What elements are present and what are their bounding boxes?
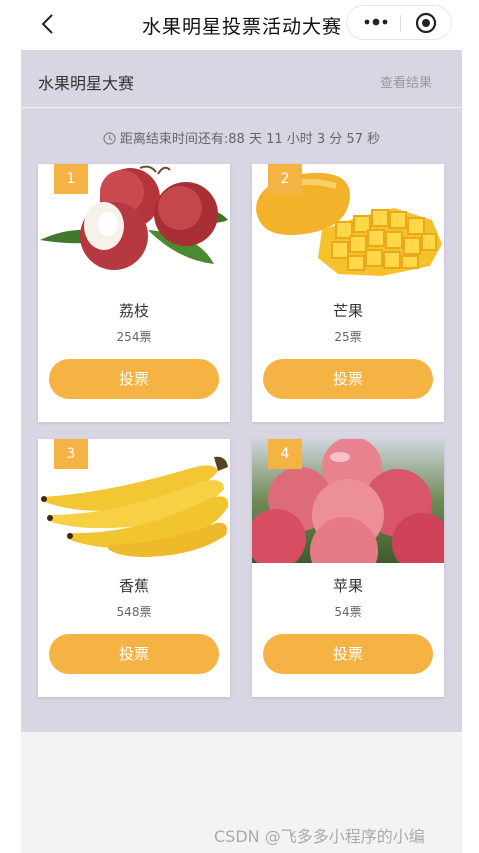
view-results-link[interactable]: 查看结果 xyxy=(380,72,432,91)
vote-button[interactable]: 投票 xyxy=(49,359,219,399)
close-target-icon[interactable] xyxy=(415,12,437,34)
back-icon[interactable] xyxy=(38,12,58,36)
candidate-name: 芒果 xyxy=(332,302,363,320)
candidate-name: 香蕉 xyxy=(118,577,149,595)
vote-count: 25票 xyxy=(334,330,362,344)
mini-program-capsule xyxy=(346,5,452,40)
contest-title: 水果明星大赛 xyxy=(38,74,135,93)
rank-badge: 1 xyxy=(54,164,88,194)
rank-badge: 2 xyxy=(268,164,302,194)
rank-badge: 4 xyxy=(268,439,302,469)
candidate-name: 荔枝 xyxy=(118,302,149,320)
candidate-name: 苹果 xyxy=(332,577,363,595)
vote-count: 54票 xyxy=(334,605,362,619)
more-icon[interactable] xyxy=(361,12,391,32)
candidate-card: 3 香蕉 548票 投票 xyxy=(38,439,230,697)
countdown-text: 距离结束时间还有:88 天 11 小时 3 分 57 秒 xyxy=(119,132,381,147)
vote-button[interactable]: 投票 xyxy=(263,359,433,399)
capsule-divider xyxy=(400,15,401,32)
vote-count: 254票 xyxy=(116,330,152,344)
vote-button[interactable]: 投票 xyxy=(49,634,219,674)
candidate-card: 4 苹果 54票 投票 xyxy=(252,439,444,697)
page-content: 水果明星大赛 查看结果 距离结束时间还有:88 天 11 小时 3 分 57 秒 xyxy=(21,50,462,732)
rank-badge: 3 xyxy=(54,439,88,469)
watermark: CSDN @飞多多小程序的小编 xyxy=(214,827,425,846)
countdown: 距离结束时间还有:88 天 11 小时 3 分 57 秒 xyxy=(21,128,462,147)
candidate-card: 1 荔枝 254票 投票 xyxy=(38,164,230,422)
contest-header: 水果明星大赛 查看结果 xyxy=(21,50,462,108)
candidate-card: 2 芒果 25票 投票 xyxy=(252,164,444,422)
nav-title: 水果明星投票活动大赛 xyxy=(142,16,343,38)
vote-button[interactable]: 投票 xyxy=(263,634,433,674)
navigation-bar: 水果明星投票活动大赛 xyxy=(0,0,479,50)
clock-icon xyxy=(103,132,116,145)
vote-count: 548票 xyxy=(116,605,152,619)
